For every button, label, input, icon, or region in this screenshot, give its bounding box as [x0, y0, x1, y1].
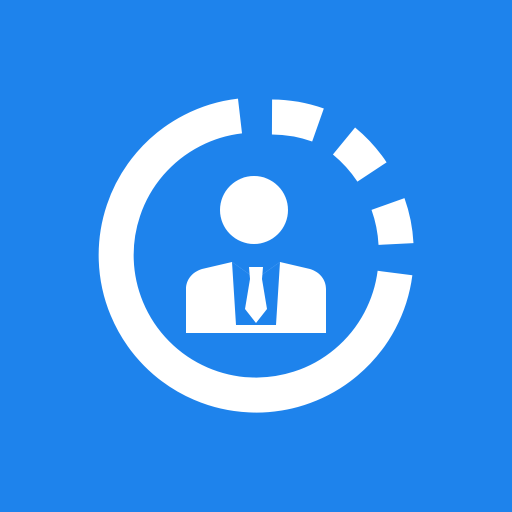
person-head-icon	[220, 176, 288, 244]
icon-background	[0, 0, 512, 512]
user-progress-ring-icon	[0, 0, 512, 512]
progress-ring-dash-2	[332, 127, 387, 183]
app-icon-canvas	[0, 0, 512, 512]
progress-ring-dash-3	[371, 198, 414, 246]
progress-ring-dash-1	[271, 99, 324, 142]
